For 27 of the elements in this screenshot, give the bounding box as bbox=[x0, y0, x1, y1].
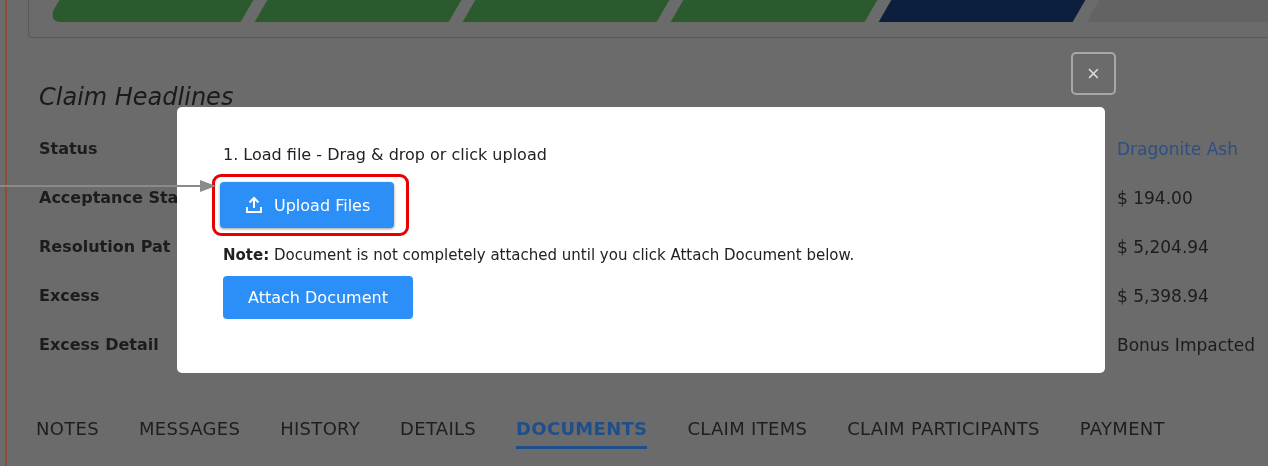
path-stage[interactable] bbox=[878, 0, 1086, 22]
close-button[interactable]: × bbox=[1071, 52, 1116, 95]
path-stage[interactable] bbox=[462, 0, 670, 22]
tab[interactable]: CLAIM ITEMS bbox=[687, 418, 808, 449]
tab[interactable]: DETAILS bbox=[400, 418, 477, 449]
upload-button[interactable]: Upload Files bbox=[220, 182, 395, 228]
field-value: $ 5,398.94 bbox=[1117, 286, 1210, 306]
tab[interactable]: HISTORY bbox=[280, 418, 361, 449]
field-label: Excess Detail bbox=[39, 335, 159, 354]
field-label: Resolution Pat bbox=[39, 237, 171, 256]
tab[interactable]: MESSAGES bbox=[138, 418, 241, 449]
field-label: Acceptance Sta bbox=[39, 188, 179, 207]
tab[interactable]: PAYMENT bbox=[1079, 418, 1165, 449]
field-label: Excess bbox=[39, 286, 100, 305]
instruction-text: 1. Load file - Drag & drop or click upload bbox=[223, 145, 548, 164]
field-value: $ 194.00 bbox=[1117, 188, 1194, 208]
field-value: Bonus Impacted bbox=[1117, 335, 1256, 355]
tab[interactable]: CLAIM PARTICIPANTS bbox=[847, 418, 1040, 449]
upload-icon bbox=[244, 195, 264, 215]
tab[interactable]: NOTES bbox=[36, 418, 99, 449]
section-title: Claim Headlines bbox=[39, 82, 235, 112]
path-stage[interactable] bbox=[254, 0, 462, 22]
field-value: $ 5,204.94 bbox=[1117, 237, 1210, 257]
path-stage[interactable] bbox=[670, 0, 878, 22]
attach-button[interactable]: Attach Document bbox=[223, 276, 413, 319]
note-text: Note: Document is not completely attached until you click Attach Document below. bbox=[223, 246, 856, 264]
field-label: Status bbox=[39, 139, 98, 158]
